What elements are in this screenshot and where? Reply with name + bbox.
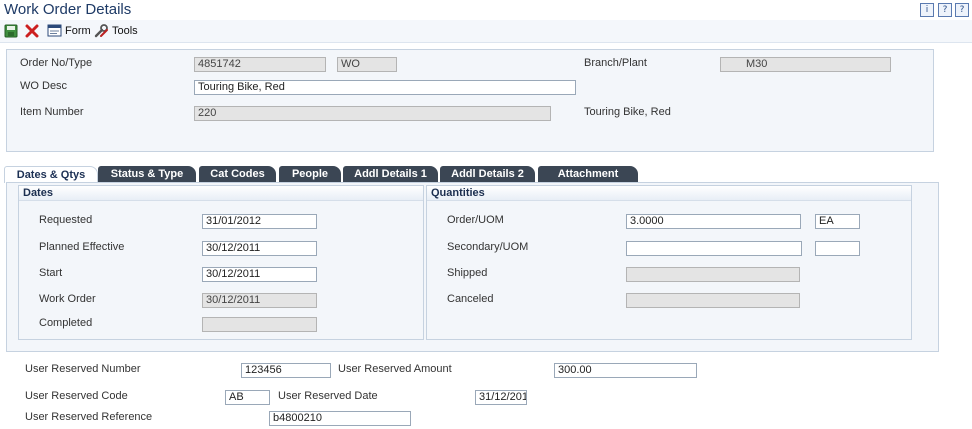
user-reserved-date-label: User Reserved Date	[278, 390, 378, 402]
tab-addl-details-2[interactable]: Addl Details 2	[440, 166, 535, 182]
completed-label: Completed	[39, 317, 93, 329]
user-reserved-amount-label: User Reserved Amount	[338, 363, 452, 375]
user-reserved-date-input[interactable]: 31/12/2011	[475, 390, 527, 405]
wo-desc-label: WO Desc	[20, 80, 68, 92]
order-no-field: 4851742	[194, 57, 326, 72]
branch-plant-label: Branch/Plant	[584, 57, 647, 69]
form-menu-button[interactable]: Form	[47, 23, 91, 39]
branch-plant-field: M30	[720, 57, 891, 72]
order-uom-input[interactable]: EA	[815, 214, 860, 229]
form-menu-label: Form	[65, 25, 91, 37]
start-date-input[interactable]: 30/12/2011	[202, 267, 317, 282]
tab-attachment[interactable]: Attachment	[538, 166, 638, 182]
tab-cat-codes[interactable]: Cat Codes	[199, 166, 276, 182]
item-number-field: 220	[194, 106, 551, 121]
shipped-quantity-field	[626, 267, 800, 282]
quantities-group: Quantities	[426, 185, 912, 340]
floppy-disk-icon	[4, 24, 18, 38]
completed-date-field	[202, 317, 317, 332]
form-icon	[47, 24, 62, 37]
shipped-label: Shipped	[447, 267, 488, 279]
help-icon[interactable]: ?	[938, 3, 952, 17]
tools-menu-button[interactable]: Tools	[94, 23, 138, 39]
user-reserved-amount-input[interactable]: 300.00	[554, 363, 697, 378]
item-description: Touring Bike, Red	[584, 106, 671, 118]
tools-icon	[94, 24, 108, 38]
planned-effective-label: Planned Effective	[39, 241, 125, 253]
red-x-icon	[25, 24, 39, 38]
quantities-group-title: Quantities	[427, 186, 911, 201]
tools-menu-label: Tools	[112, 25, 138, 37]
user-reserved-reference-input[interactable]: b4800210	[269, 411, 411, 426]
title-bar: Work Order Details i ? ?	[0, 0, 972, 20]
secondary-quantity-input[interactable]	[626, 241, 802, 256]
start-label: Start	[39, 267, 63, 279]
about-icon[interactable]: ?	[955, 3, 969, 17]
requested-date-input[interactable]: 31/01/2012	[202, 214, 317, 229]
info-icon[interactable]: i	[920, 3, 934, 17]
canceled-quantity-field	[626, 293, 800, 308]
canceled-label: Canceled	[447, 293, 494, 305]
secondary-uom-input[interactable]	[815, 241, 860, 256]
tab-status-type[interactable]: Status & Type	[98, 166, 196, 182]
user-reserved-number-input[interactable]: 123456	[241, 363, 331, 378]
user-reserved-code-input[interactable]: AB	[225, 390, 270, 405]
user-reserved-number-label: User Reserved Number	[25, 363, 141, 375]
wo-desc-input[interactable]: Touring Bike, Red	[194, 80, 576, 95]
order-uom-label: Order/UOM	[447, 214, 504, 226]
tab-addl-details-1[interactable]: Addl Details 1	[343, 166, 438, 182]
work-order-date-field: 30/12/2011	[202, 293, 317, 308]
order-no-type-label: Order No/Type	[20, 57, 93, 69]
cancel-button[interactable]	[25, 23, 39, 39]
item-number-label: Item Number	[20, 106, 84, 118]
requested-label: Requested	[39, 214, 93, 226]
order-type-field: WO	[337, 57, 397, 72]
secondary-uom-label: Secondary/UOM	[447, 241, 529, 253]
window-title: Work Order Details	[4, 1, 132, 18]
save-button[interactable]	[4, 23, 18, 39]
dates-group-title: Dates	[19, 186, 423, 201]
planned-effective-input[interactable]: 30/12/2011	[202, 241, 317, 256]
work-order-date-label: Work Order	[39, 293, 96, 305]
tab-people[interactable]: People	[279, 166, 341, 182]
toolbar: Form Tools	[0, 20, 972, 43]
user-reserved-reference-label: User Reserved Reference	[25, 411, 153, 423]
user-reserved-code-label: User Reserved Code	[25, 390, 128, 402]
tab-dates-qtys[interactable]: Dates & Qtys	[4, 166, 98, 183]
order-quantity-input[interactable]: 3.0000	[626, 214, 801, 229]
